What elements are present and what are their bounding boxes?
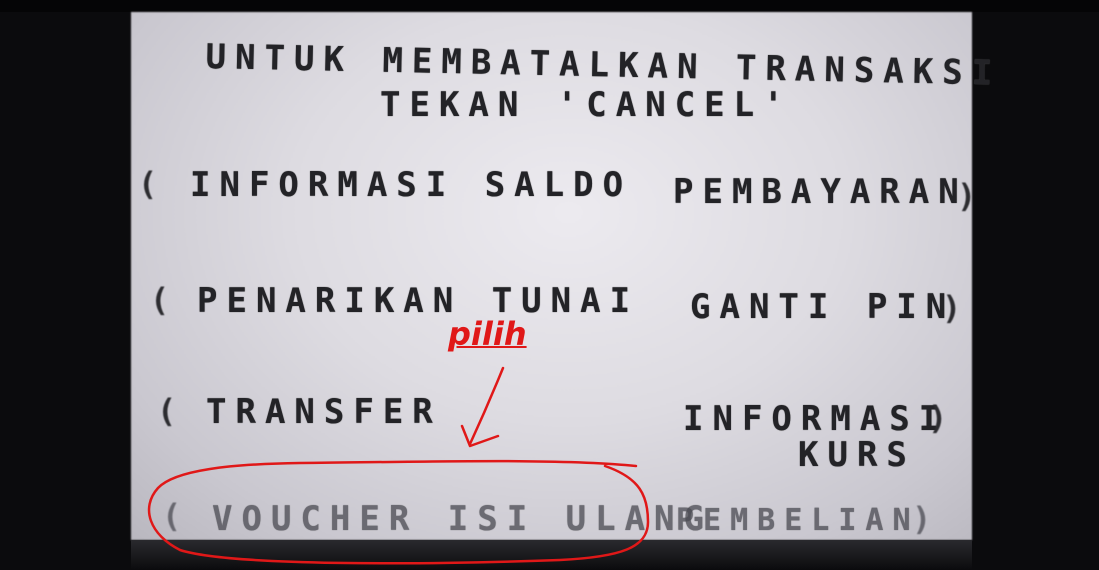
annotation-arrow-head (460, 424, 500, 448)
annotation-overlay (147, 366, 650, 565)
annotation-arrow-shaft (468, 366, 505, 446)
annotation-highlight-ellipse (147, 459, 650, 565)
